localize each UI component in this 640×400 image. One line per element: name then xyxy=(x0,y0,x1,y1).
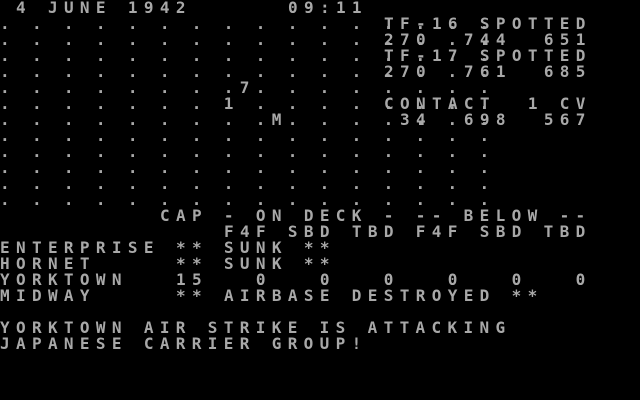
message-line-2: JAPANESE CARRIER GROUP! xyxy=(0,334,368,353)
contact-values: 34 698 567 xyxy=(384,110,592,129)
game-screen: 4 JUNE 1942 09:11 . . . . . . . . . . . … xyxy=(0,0,640,400)
tf17-values: 270 761 685 xyxy=(384,62,592,81)
carrier-status: ** AIRBASE DESTROYED ** xyxy=(176,286,544,305)
carrier-name: MIDWAY xyxy=(0,286,96,305)
